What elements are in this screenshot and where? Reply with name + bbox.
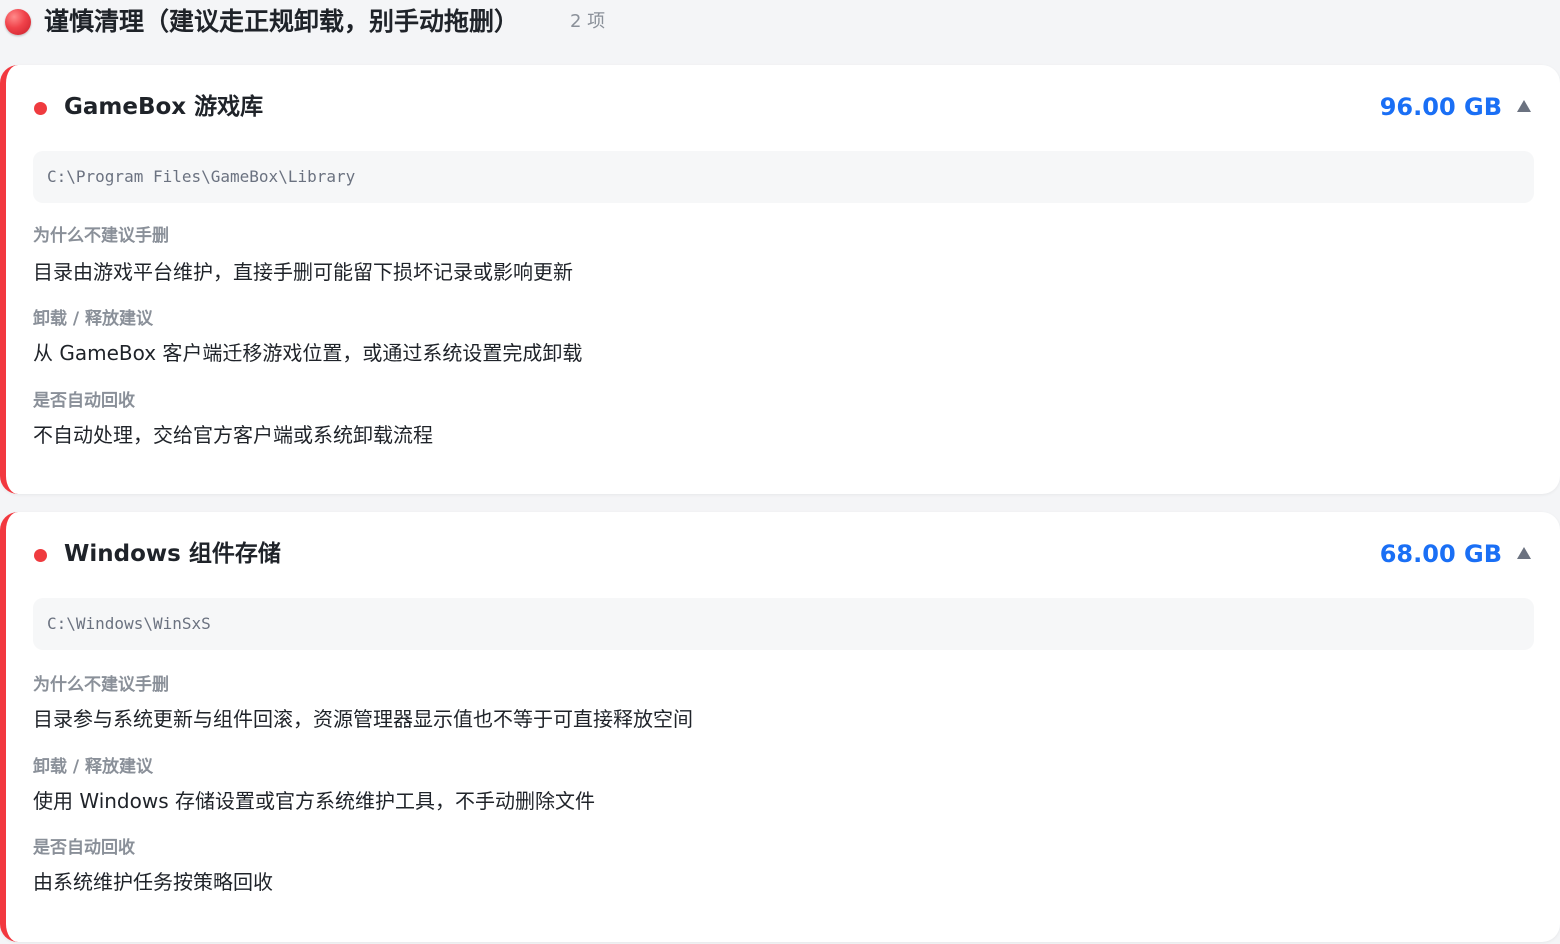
item-path: C:\Windows\WinSxS (33, 598, 1534, 650)
item-size: 68.00 GB (1379, 540, 1502, 568)
auto-label: 是否自动回收 (33, 391, 135, 411)
auto-label: 是否自动回收 (33, 838, 135, 858)
section-count: 2 项 (570, 11, 606, 32)
status-dot-icon (34, 102, 47, 115)
uninstall-label: 卸载 / 释放建议 (33, 309, 154, 329)
item-title: GameBox 游戏库 (64, 94, 264, 120)
why-value: 目录由游戏平台维护，直接手删可能留下损坏记录或影响更新 (33, 260, 573, 284)
item-title: Windows 组件存储 (64, 541, 281, 567)
auto-value: 由系统维护任务按策略回收 (33, 870, 273, 894)
cleanup-item-card[interactable]: Windows 组件存储 68.00 GB C:\Windows\WinSxS … (0, 512, 1560, 942)
item-path: C:\Program Files\GameBox\Library (33, 151, 1534, 203)
item-size: 96.00 GB (1379, 93, 1502, 121)
collapse-triangle-icon[interactable] (1517, 100, 1531, 112)
status-dot-icon (34, 549, 47, 562)
caution-dot-icon (5, 9, 31, 35)
why-value: 目录参与系统更新与组件回滚，资源管理器显示值也不等于可直接释放空间 (33, 707, 693, 731)
why-label: 为什么不建议手删 (33, 226, 169, 246)
why-label: 为什么不建议手删 (33, 675, 169, 695)
uninstall-value: 从 GameBox 客户端迁移游戏位置，或通过系统设置完成卸载 (33, 341, 583, 365)
auto-value: 不自动处理，交给官方客户端或系统卸载流程 (33, 423, 433, 447)
collapse-triangle-icon[interactable] (1517, 547, 1531, 559)
section-header: 谨慎清理（建议走正规卸载，别手动拖删） 2 项 (0, 0, 1560, 44)
cleanup-item-card[interactable]: GameBox 游戏库 96.00 GB C:\Program Files\Ga… (0, 65, 1560, 494)
uninstall-label: 卸载 / 释放建议 (33, 757, 154, 777)
uninstall-value: 使用 Windows 存储设置或官方系统维护工具，不手动删除文件 (33, 789, 595, 813)
section-title: 谨慎清理（建议走正规卸载，别手动拖删） (44, 7, 520, 36)
